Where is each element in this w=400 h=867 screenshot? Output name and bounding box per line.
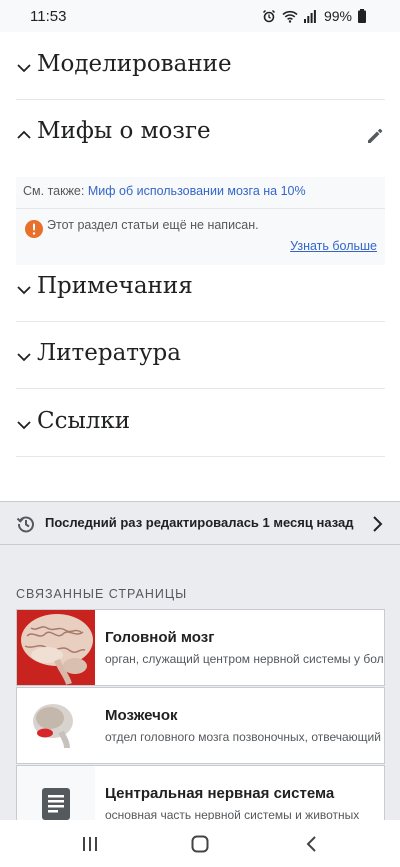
section-title: Ссылки — [37, 408, 131, 434]
edit-pencil-icon[interactable] — [365, 126, 385, 146]
related-title: Головной мозг — [105, 629, 215, 646]
section-title: Моделирование — [37, 51, 232, 77]
wifi-icon — [282, 10, 298, 23]
cerebellum-thumbnail — [17, 688, 95, 763]
section-title: Мифы о мозге — [37, 118, 211, 144]
related-description: орган, служащий центром нервной системы … — [105, 652, 383, 666]
battery-percent: 99% — [323, 8, 352, 24]
divider — [16, 208, 385, 209]
section-myths[interactable]: Мифы о мозге — [16, 101, 385, 167]
signal-icon — [303, 9, 316, 23]
myths-info-box: См. также: Миф об использовании мозга на… — [16, 177, 385, 265]
section-modeling[interactable]: Моделирование — [16, 34, 385, 100]
brain-thumbnail — [17, 610, 95, 685]
chevron-down-icon — [17, 64, 31, 73]
warning-icon — [25, 220, 43, 238]
home-icon[interactable] — [190, 834, 210, 854]
related-heading: СВЯЗАННЫЕ СТРАНИЦЫ — [16, 587, 188, 601]
section-links[interactable]: Ссылки — [16, 391, 385, 457]
status-bar: 11:53 99% — [0, 0, 400, 32]
status-time: 11:53 — [30, 8, 67, 25]
last-edited-text: Последний раз редактировалась 1 месяц на… — [45, 515, 354, 530]
section-title: Примечания — [37, 273, 193, 299]
section-literature[interactable]: Литература — [16, 323, 385, 389]
see-also-link[interactable]: Миф об использовании мозга на 10% — [88, 184, 306, 198]
alarm-icon — [262, 9, 275, 23]
system-nav-bar — [0, 820, 400, 867]
section-title: Литература — [37, 340, 181, 366]
related-title: Центральная нервная система — [105, 785, 335, 802]
see-also-label: См. также: — [23, 184, 85, 198]
chevron-right-icon — [373, 516, 383, 532]
last-edited-bar[interactable]: Последний раз редактировалась 1 месяц на… — [0, 501, 400, 545]
learn-more-link[interactable]: Узнать больше — [290, 239, 377, 253]
related-title: Мозжечок — [105, 707, 178, 724]
recent-apps-icon[interactable] — [80, 834, 100, 854]
related-card[interactable]: Мозжечок отдел головного мозга позвоночн… — [16, 687, 385, 764]
chevron-down-icon — [17, 353, 31, 362]
chevron-up-icon — [17, 130, 31, 139]
status-icons: 99% — [262, 8, 366, 24]
battery-icon — [358, 9, 366, 23]
article-icon — [42, 788, 70, 820]
history-icon — [16, 516, 34, 533]
related-pages: СВЯЗАННЫЕ СТРАНИЦЫ Головной мозг орган, … — [0, 545, 400, 842]
chevron-down-icon — [17, 421, 31, 430]
section-notes[interactable]: Примечания — [16, 256, 385, 322]
chevron-down-icon — [17, 286, 31, 295]
related-description: отдел головного мозга позвоночных, отвеч… — [105, 730, 383, 744]
see-also-line: См. также: Миф об использовании мозга на… — [23, 184, 306, 198]
related-card[interactable]: Головной мозг орган, служащий центром не… — [16, 609, 385, 686]
unfinished-notice: Этот раздел статьи ещё не написан. — [47, 218, 259, 232]
back-icon[interactable] — [302, 834, 322, 854]
